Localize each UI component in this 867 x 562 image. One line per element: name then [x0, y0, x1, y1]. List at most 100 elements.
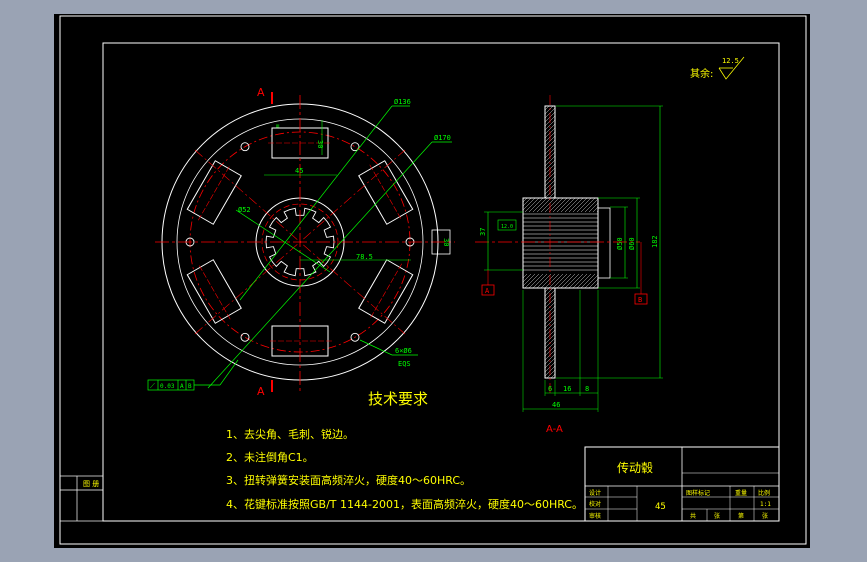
engineering-drawing: 图 册 A A Ø136 Ø170 Ø52 45 30 ≡ 30 78.5 6×… [59, 15, 807, 545]
dim-thk-a: 6 [548, 385, 552, 393]
material: 45 [655, 502, 666, 512]
cad-viewport[interactable]: 图 册 A A Ø136 Ø170 Ø52 45 30 ≡ 30 78.5 6×… [54, 14, 810, 548]
header-label-weight: 重量 [735, 489, 747, 497]
hatch-line [522, 197, 528, 203]
hatch-line [560, 273, 576, 289]
front-view: A A Ø136 Ø170 Ø52 45 30 ≡ 30 78.5 6×Ø6 E… [147, 86, 455, 398]
dim-diameter-pitch: Ø136 [394, 98, 411, 106]
hatch-line [572, 273, 588, 289]
dim-gdt-value: 12.0 [501, 224, 513, 230]
scale-value: 1:1 [760, 501, 771, 508]
leader-d136 [239, 105, 393, 301]
section-view-title: A-A [546, 424, 563, 435]
gdt-datum-a: A [180, 383, 184, 390]
datum-a-label: A [485, 287, 490, 295]
dim-outer-diameter: 182 [651, 235, 659, 248]
dim-top-slot-height: 30 [316, 140, 324, 148]
gdt-symbol: ⟋ [150, 382, 155, 390]
hatch-line [522, 273, 532, 283]
section-marker-bottom: A [257, 385, 265, 398]
dim-radius-slot: 78.5 [356, 253, 373, 261]
sheet-label-2: 张 [714, 512, 720, 520]
dim-thk-b: 16 [563, 385, 571, 393]
hatch-line [528, 273, 544, 289]
hatch-line [532, 197, 548, 213]
note-item-4: 4、花键标准按照GB/T 1144-2001，表面高频淬火，硬度40～60HRC… [226, 497, 583, 511]
hatch-line [584, 274, 599, 289]
hatch-line [568, 273, 584, 289]
gdt-datum-b: B [188, 383, 192, 390]
hatch-line [580, 273, 596, 289]
left-stub-label: 图 册 [83, 480, 99, 488]
section-view: 37 12.0 A B Ø50 Ø60 182 6 16 8 46 A-A [475, 95, 663, 435]
hatch-line [544, 273, 560, 289]
dim-diameter-hub: Ø52 [238, 206, 251, 214]
hatch-line [556, 197, 572, 213]
roughness-value: 12.5 [722, 57, 739, 65]
hatch-line [544, 287, 554, 297]
gdt-value: 0.03 [160, 383, 175, 390]
hatch-line [540, 197, 556, 213]
spring-slot [186, 259, 242, 324]
dim-diameter-outer: Ø170 [434, 134, 451, 142]
left-stub: 图 册 [59, 475, 104, 522]
section-hub-step [597, 207, 611, 279]
hatch-line [564, 197, 580, 213]
section-marker-top: A [257, 86, 265, 99]
roughness-symbol: 其余: 12.5 [690, 56, 745, 80]
gdt-frame: ⟋ 0.03 A B [147, 359, 239, 391]
hatch-line [536, 273, 552, 289]
spring-slot [186, 160, 242, 225]
hatch-line [546, 369, 556, 379]
hatch-line [524, 197, 540, 213]
row-label-review: 审核 [589, 512, 601, 520]
sheet-label-1: 共 [690, 512, 696, 520]
hatch-line [522, 273, 528, 279]
title-block: 传动毂 45 设计 校对 审核 图样标记 重量 比例 1:1 共 张 第 张 [584, 446, 780, 522]
hatch-line [576, 273, 592, 289]
hatch-line [536, 197, 552, 213]
header-label-mark: 图样标记 [686, 489, 710, 497]
hatch-line [572, 197, 588, 213]
hatch-line [550, 373, 556, 379]
hatch-line [522, 197, 532, 207]
inner-frame [102, 42, 780, 522]
slot-note: ≡ [274, 124, 281, 128]
spring-slot-centerline [198, 164, 231, 221]
hatch-line [588, 278, 599, 289]
notes-title: 技术要求 [368, 390, 428, 408]
hatch-line [544, 197, 560, 213]
hatch-line [540, 273, 556, 289]
hatch-line [576, 197, 592, 213]
hatch-line [564, 273, 580, 289]
hatch-line [548, 197, 564, 213]
hatch-line [588, 202, 599, 213]
hatch-line [568, 197, 584, 213]
dim-top-slot-width: 45 [295, 167, 303, 175]
row-label-check: 校对 [589, 500, 601, 508]
hatch-line [544, 287, 550, 293]
dim-thk-c: 8 [585, 385, 589, 393]
hatch-line [544, 105, 554, 115]
roughness-label: 其余: [690, 67, 713, 80]
hatch-line [532, 273, 548, 289]
note-item-1: 1、去尖角、毛刺、锐边。 [226, 427, 354, 441]
spring-slot [358, 259, 414, 324]
datum-b-label: B [638, 296, 642, 304]
part-name: 传动毂 [617, 460, 653, 475]
dim-hub-diameter: 37 [479, 228, 487, 236]
header-label-scale: 比例 [758, 489, 770, 497]
technical-notes: 技术要求 1、去尖角、毛刺、锐边。 2、未注倒角C1。 3、扭转弹簧安装面高频淬… [226, 390, 583, 511]
dim-overall-width: 46 [552, 401, 560, 409]
dim-hole-depth: EQS [398, 360, 411, 368]
sheet-label-4: 张 [762, 512, 768, 520]
dim-spline-minor: Ø50 [616, 237, 624, 250]
hatch-line [556, 273, 572, 289]
hatch-line [560, 197, 576, 213]
sheet-label-3: 第 [738, 512, 744, 520]
hatch-line [552, 273, 568, 289]
row-label-design: 设计 [589, 489, 601, 497]
hatch-line [552, 197, 568, 213]
dim-spline-major: Ø60 [628, 237, 636, 250]
note-item-3: 3、扭转弹簧安装面高频淬火，硬度40～60HRC。 [226, 473, 471, 487]
